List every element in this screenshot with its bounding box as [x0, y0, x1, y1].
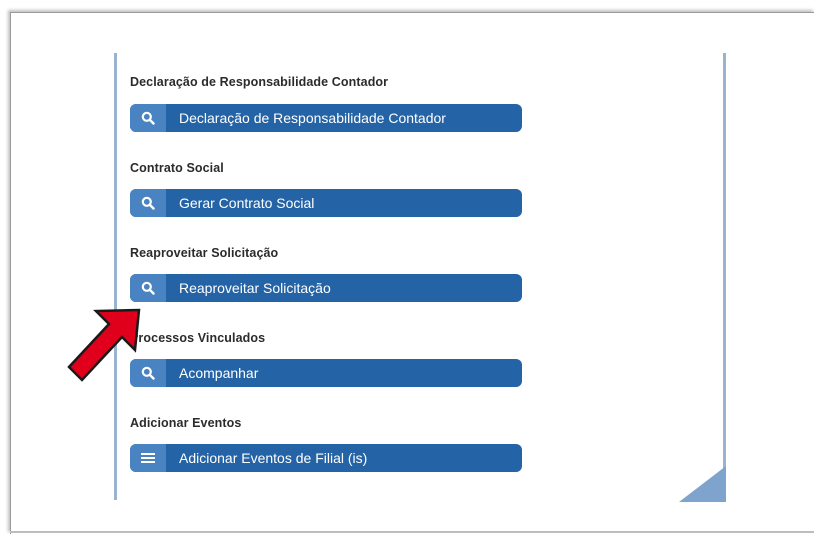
menu-icon	[130, 444, 166, 472]
button-label: Adicionar Eventos de Filial (is)	[179, 450, 368, 466]
search-icon	[130, 104, 166, 132]
frame-bottom-edge	[10, 531, 814, 533]
section-title-reaproveitar: Reaproveitar Solicitação	[130, 246, 279, 260]
button-label: Declaração de Responsabilidade Contador	[179, 110, 446, 126]
acompanhar-button[interactable]: Acompanhar	[130, 359, 522, 387]
declaracao-responsabilidade-button[interactable]: Declaração de Responsabilidade Contador	[130, 104, 522, 132]
adicionar-eventos-filial-button[interactable]: Adicionar Eventos de Filial (is)	[130, 444, 522, 472]
section-title-contrato-social: Contrato Social	[130, 161, 224, 175]
section-title-declaracao: Declaração de Responsabilidade Contador	[130, 75, 389, 89]
section-title-processos-vinculados: Processos Vinculados	[130, 331, 266, 345]
section-title-adicionar-eventos: Adicionar Eventos	[130, 416, 242, 430]
panel-right-border	[723, 53, 726, 501]
search-icon	[130, 189, 166, 217]
panel-left-border	[114, 53, 117, 500]
button-label: Gerar Contrato Social	[179, 195, 315, 211]
reaproveitar-solicitacao-button[interactable]: Reaproveitar Solicitação	[130, 274, 522, 302]
search-icon	[130, 274, 166, 302]
button-label: Reaproveitar Solicitação	[179, 280, 331, 296]
panel-corner-fold	[679, 466, 726, 502]
button-label: Acompanhar	[179, 365, 259, 381]
gerar-contrato-social-button[interactable]: Gerar Contrato Social	[130, 189, 522, 217]
annotation-arrow-icon	[67, 308, 141, 382]
